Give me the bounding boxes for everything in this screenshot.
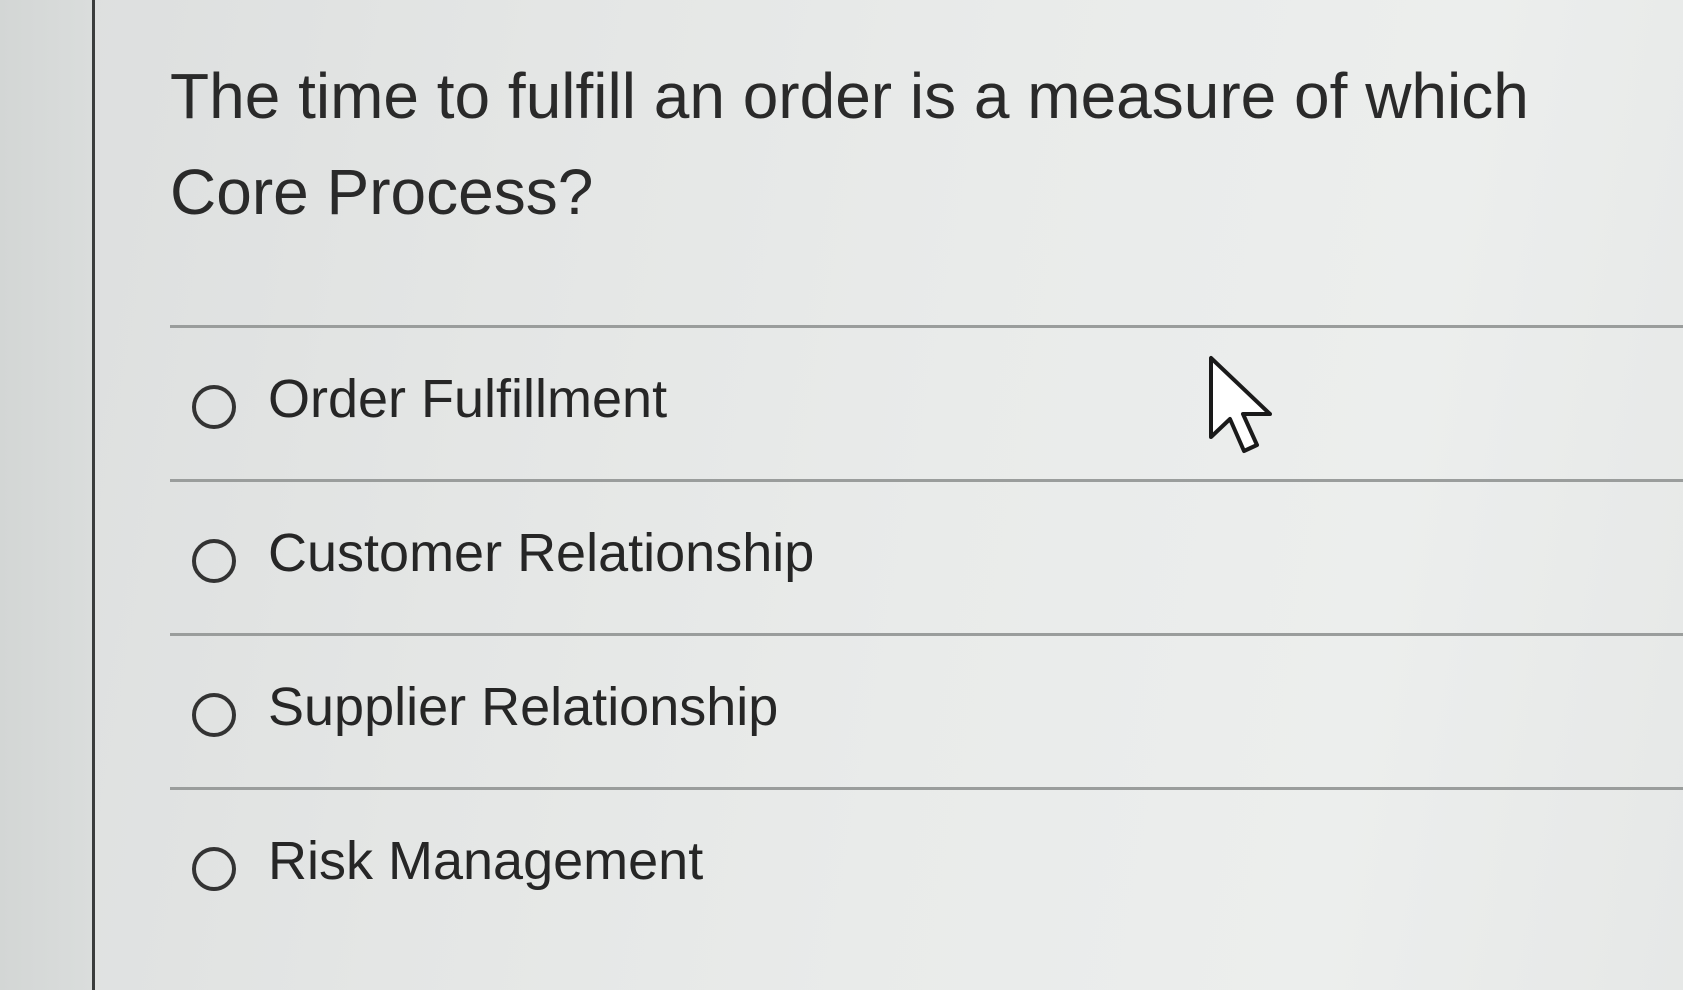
radio-button-customer-relationship[interactable] bbox=[192, 538, 236, 583]
left-gutter bbox=[0, 0, 92, 990]
option-customer-relationship[interactable]: Customer Relationship bbox=[170, 482, 1683, 633]
radio-button-supplier-relationship[interactable] bbox=[192, 692, 236, 737]
option-label: Risk Management bbox=[268, 830, 704, 891]
content-left-border bbox=[92, 0, 95, 990]
option-order-fulfillment[interactable]: Order Fulfillment bbox=[170, 328, 1683, 479]
option-risk-management[interactable]: Risk Management bbox=[170, 790, 1683, 941]
answer-options: Order Fulfillment Customer Relationship … bbox=[170, 325, 1683, 941]
question-text: The time to fulfill an order is a measur… bbox=[170, 60, 1529, 228]
option-label: Supplier Relationship bbox=[268, 676, 779, 737]
radio-button-risk-management[interactable] bbox=[192, 846, 236, 891]
mouse-pointer-icon bbox=[1209, 356, 1272, 453]
option-label: Order Fulfillment bbox=[268, 368, 668, 429]
option-supplier-relationship[interactable]: Supplier Relationship bbox=[170, 636, 1683, 787]
radio-button-order-fulfillment[interactable] bbox=[192, 384, 236, 429]
option-label: Customer Relationship bbox=[268, 522, 815, 583]
